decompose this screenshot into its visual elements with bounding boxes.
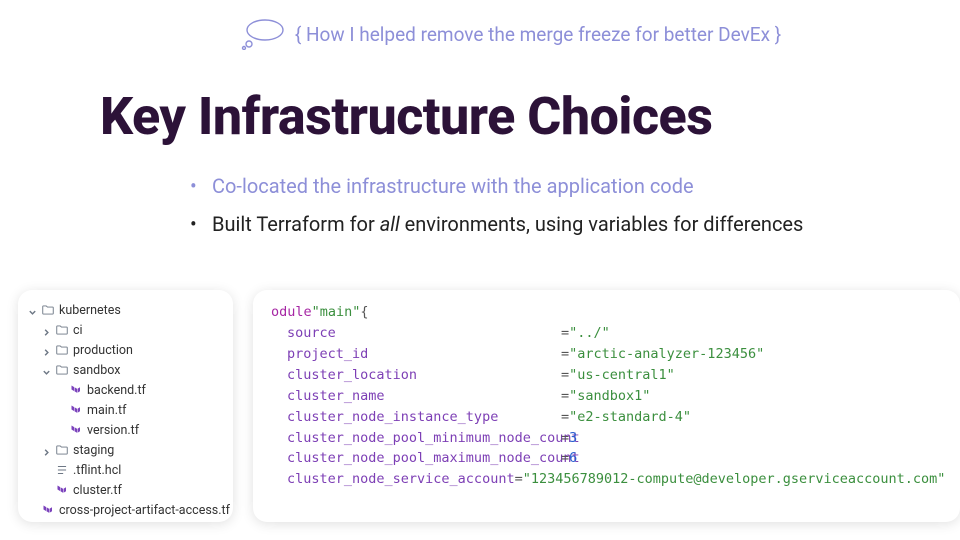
tree-label: kubernetes <box>59 303 121 318</box>
tree-label: .tflint.hcl <box>73 463 121 478</box>
folder-icon <box>55 443 69 457</box>
tree-row[interactable]: cross-project-artifact-access.tf <box>24 500 227 520</box>
tree-row[interactable]: production <box>24 340 227 360</box>
code-panel: odule "main" {source= "../"project_id= "… <box>253 290 960 522</box>
chevron-right-icon[interactable] <box>42 346 51 355</box>
folder-icon <box>55 343 69 357</box>
code-line: project_id= "arctic-analyzer-123456" <box>271 344 942 365</box>
file-lines-icon <box>55 463 69 477</box>
tree-label: ci <box>73 323 83 338</box>
bullet-item: Built Terraform for all environments, us… <box>190 207 920 241</box>
tree-row[interactable]: .tflint.hcl <box>24 460 227 480</box>
subtitle-row: { How I helped remove the merge freeze f… <box>100 18 920 50</box>
code-line: cluster_node_service_account= "123456789… <box>271 469 942 490</box>
folder-icon <box>41 303 55 317</box>
tree-row[interactable]: ci <box>24 320 227 340</box>
tree-label: cluster.tf <box>73 483 122 498</box>
tree-row[interactable]: staging <box>24 440 227 460</box>
chevron-down-icon[interactable] <box>28 306 37 315</box>
tree-row[interactable]: main.tf <box>24 400 227 420</box>
tree-label: staging <box>73 443 114 458</box>
tree-label: production <box>73 343 133 358</box>
tree-label: cross-project-artifact-access.tf <box>59 503 230 518</box>
terraform-icon <box>41 503 55 517</box>
chevron-right-icon[interactable] <box>42 326 51 335</box>
code-line: cluster_location= "us-central1" <box>271 365 942 386</box>
tree-label: backend.tf <box>87 383 146 398</box>
chevron-right-icon[interactable] <box>42 446 51 455</box>
tree-row[interactable]: sandbox <box>24 360 227 380</box>
thought-bubble-icon <box>239 18 287 50</box>
terraform-icon <box>69 403 83 417</box>
code-line: cluster_node_instance_type= "e2-standard… <box>271 407 942 428</box>
code-line: source= "../" <box>271 323 942 344</box>
bullet-list: Co-located the infrastructure with the a… <box>190 169 920 241</box>
page-title: Key Infrastructure Choices <box>100 86 920 147</box>
tree-row[interactable]: cluster.tf <box>24 480 227 500</box>
terraform-icon <box>69 423 83 437</box>
code-line: cluster_name= "sandbox1" <box>271 386 942 407</box>
slide: { How I helped remove the merge freeze f… <box>0 0 960 540</box>
tree-row[interactable]: version.tf <box>24 420 227 440</box>
file-tree-panel: kubernetes ci production sandbox backend.tf m… <box>18 290 233 522</box>
subtitle-text: { How I helped remove the merge freeze f… <box>295 23 781 46</box>
tree-label: sandbox <box>73 363 120 378</box>
chevron-down-icon[interactable] <box>42 366 51 375</box>
code-line: cluster_node_pool_minimum_node_count= 3 <box>271 428 942 449</box>
folder-icon <box>55 363 69 377</box>
bullet-item: Co-located the infrastructure with the a… <box>190 169 920 203</box>
folder-icon <box>55 323 69 337</box>
terraform-icon <box>55 483 69 497</box>
terraform-icon <box>69 383 83 397</box>
code-line: cluster_node_pool_maximum_node_count= 6 <box>271 448 942 469</box>
tree-row[interactable]: backend.tf <box>24 380 227 400</box>
tree-label: main.tf <box>87 403 126 418</box>
tree-label: version.tf <box>87 423 139 438</box>
panels-row: kubernetes ci production sandbox backend.tf m… <box>18 290 960 522</box>
tree-row[interactable]: kubernetes <box>24 300 227 320</box>
code-line: odule "main" { <box>271 302 942 323</box>
